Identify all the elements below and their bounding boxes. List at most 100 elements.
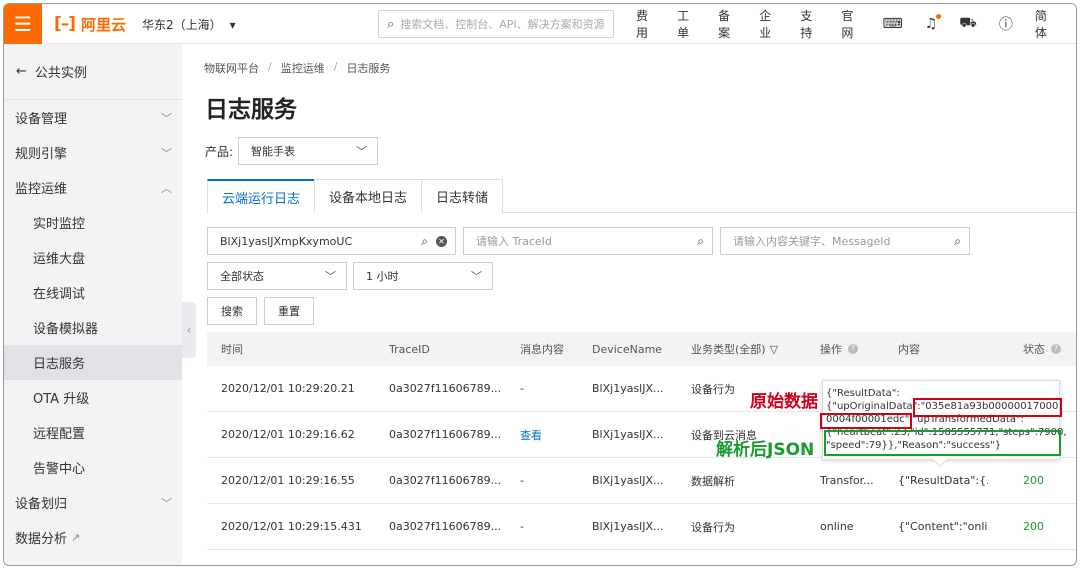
sidebar-item-label: 实时监控: [33, 217, 86, 232]
aliyun-logo-icon: [–]: [54, 14, 76, 34]
breadcrumb-item[interactable]: 监控运维: [281, 60, 325, 76]
menu-icon: ☰: [14, 12, 32, 36]
table-row: 2020/12/01 10:29:15.431 0a3027f11606789.…: [207, 504, 1076, 550]
chevron-down-icon: ﹀: [161, 111, 172, 125]
status-select[interactable]: 全部状态 ﹀: [207, 262, 347, 290]
language-switch[interactable]: 简体: [1035, 7, 1054, 41]
bell-icon[interactable]: ♫: [925, 14, 942, 32]
col-content: 内容: [898, 343, 920, 356]
cell-traceid: 0a3027f11606789...: [389, 428, 502, 441]
col-traceid: TraceID: [389, 342, 430, 356]
search-icon[interactable]: ⌕: [954, 234, 961, 249]
nav-support[interactable]: 支持: [800, 7, 819, 41]
sidebar-item-device-assignment[interactable]: 设备划归 ﹀: [4, 485, 182, 520]
back-label: 公共实例: [34, 66, 87, 81]
page-title: 日志服务: [205, 97, 297, 123]
col-status: 状态?: [1023, 332, 1061, 366]
cell-time: 2020/12/01 10:29:20.21: [221, 382, 355, 395]
col-time: 时间: [221, 343, 243, 356]
log-tabs: 云端运行日志 设备本地日志 日志转储: [207, 179, 1076, 213]
breadcrumb-item[interactable]: 物联网平台: [204, 60, 259, 76]
sidebar-item-alarm-center[interactable]: 告警中心: [4, 450, 182, 485]
back-to-instances[interactable]: ← 公共实例: [4, 44, 182, 100]
cell-operation: Transfor...: [820, 474, 874, 487]
parsed-json-highlight: [824, 430, 1061, 456]
table-row: 2020/12/01 10:29:16.55 0a3027f11606789..…: [207, 458, 1076, 504]
sidebar-item-label: 设备管理: [15, 112, 68, 127]
keyword-input[interactable]: 请输入内容关键字、MessageId ⌕: [720, 227, 970, 255]
status-select-value: 全部状态: [220, 270, 264, 283]
col-message: 消息内容: [520, 343, 564, 356]
filter-icon[interactable]: ▽: [770, 343, 778, 356]
cell-status: 200: [1023, 520, 1044, 533]
keyword-placeholder: 请输入内容关键字、MessageId: [733, 235, 891, 248]
sidebar-item-ota[interactable]: OTA 升级: [4, 380, 182, 415]
product-select[interactable]: 智能手表 ﹀: [238, 137, 378, 165]
region-selector[interactable]: 华东2（上海） ▾: [142, 16, 236, 33]
sidebar-item-label: 远程配置: [33, 427, 86, 442]
sidebar-item-ops-dashboard[interactable]: 运维大盘: [4, 240, 182, 275]
main-content: 物联网平台 / 监控运维 / 日志服务 日志服务 产品: 智能手表 ﹀ 云端运行日志…: [202, 44, 1076, 565]
col-operation-label: 操作: [820, 343, 842, 356]
search-button[interactable]: 搜索: [207, 297, 257, 325]
tab-log-dump[interactable]: 日志转储: [421, 179, 504, 213]
device-name-input[interactable]: BlXj1yaslJXmpKxymoUC ⌕ ✕: [207, 227, 456, 255]
traceid-placeholder: 请输入 TraceId: [476, 235, 552, 248]
logo[interactable]: [–] 阿里云: [54, 13, 126, 35]
cell-content[interactable]: {"Content":"onli...: [898, 504, 988, 549]
col-devicename: DeviceName: [592, 342, 663, 356]
global-search-input[interactable]: ⌕ 搜索文档、控制台、API、解决方案和资源: [378, 10, 614, 38]
sidebar-item-label: 设备模拟器: [33, 322, 99, 337]
col-biztype[interactable]: 业务类型(全部) ▽: [691, 332, 778, 366]
sidebar-item-device-simulator[interactable]: 设备模拟器: [4, 310, 182, 345]
cell-traceid: 0a3027f11606789...: [389, 382, 502, 395]
sidebar-item-remote-config[interactable]: 远程配置: [4, 415, 182, 450]
sidebar-item-log-service[interactable]: 日志服务: [4, 345, 182, 380]
sidebar-item-rules-engine[interactable]: 规则引擎 ﹀: [4, 135, 182, 170]
col-biztype-label: 业务类型(全部): [691, 343, 766, 356]
sidebar-item-label: 日志服务: [33, 357, 86, 372]
help-icon[interactable]: ?: [1051, 344, 1061, 354]
clear-icon[interactable]: ✕: [436, 235, 447, 247]
search-icon[interactable]: ⌕: [421, 234, 428, 249]
cell-status: 200: [1023, 474, 1044, 487]
sidebar-item-data-analysis[interactable]: 数据分析 ↗: [4, 520, 182, 555]
help-icon[interactable]: ⓘ: [999, 14, 1013, 34]
cell-content[interactable]: {"ResultData":{...: [898, 458, 988, 503]
nav-enterprise[interactable]: 企业: [759, 7, 778, 41]
cell-message: -: [520, 382, 524, 395]
nav-icp[interactable]: 备案: [718, 7, 737, 41]
nav-tickets[interactable]: 工单: [677, 7, 696, 41]
original-data-highlight-2: [820, 413, 912, 429]
search-icon[interactable]: ⌕: [697, 234, 704, 249]
sidebar-item-realtime-monitor[interactable]: 实时监控: [4, 205, 182, 240]
nav-official-site[interactable]: 官网: [841, 7, 860, 41]
breadcrumb: 物联网平台 / 监控运维 / 日志服务: [204, 60, 390, 76]
chevron-up-icon: ︿: [161, 181, 172, 195]
chevron-down-icon: ﹀: [471, 270, 482, 283]
cell-time: 2020/12/01 10:29:16.62: [221, 428, 355, 441]
help-icon[interactable]: ?: [848, 344, 858, 354]
reset-button[interactable]: 重置: [264, 297, 314, 325]
tab-cloud-log[interactable]: 云端运行日志: [207, 179, 316, 213]
sidebar: ← 公共实例 设备管理 ﹀ 规则引擎 ﹀ 监控运维 ︿ 实时监控 运维大盘 在线调试 …: [4, 44, 182, 565]
time-range-select[interactable]: 1 小时 ﹀: [353, 262, 493, 290]
top-nav: 费用 工单 备案 企业 支持 官网 ⌨ ♫ ⛟ ⓘ 简体: [636, 4, 1076, 44]
cart-icon[interactable]: ⛟: [959, 15, 977, 33]
sidebar-item-monitoring[interactable]: 监控运维 ︿: [4, 170, 182, 205]
view-message-link[interactable]: 查看: [520, 412, 542, 457]
sidebar-collapse-handle[interactable]: ‹: [182, 302, 196, 358]
product-label: 产品:: [205, 145, 234, 159]
notification-dot: [936, 14, 942, 19]
sidebar-item-device-management[interactable]: 设备管理 ﹀: [4, 100, 182, 135]
hamburger-menu-button[interactable]: ☰: [4, 4, 42, 44]
nav-fees[interactable]: 费用: [636, 7, 655, 41]
traceid-input[interactable]: 请输入 TraceId ⌕: [463, 227, 713, 255]
tab-device-local-log[interactable]: 设备本地日志: [314, 179, 423, 213]
app-window: ☰ [–] 阿里云 华东2（上海） ▾ ⌕ 搜索文档、控制台、API、解决方案和…: [3, 3, 1077, 566]
table-header: 时间 TraceID 消息内容 DeviceName 业务类型(全部) ▽ 操作?…: [207, 332, 1076, 366]
sidebar-item-label: 告警中心: [33, 462, 86, 477]
chevron-down-icon: ﹀: [325, 270, 336, 283]
terminal-icon[interactable]: ⌨: [882, 16, 902, 32]
sidebar-item-online-debug[interactable]: 在线调试: [4, 275, 182, 310]
